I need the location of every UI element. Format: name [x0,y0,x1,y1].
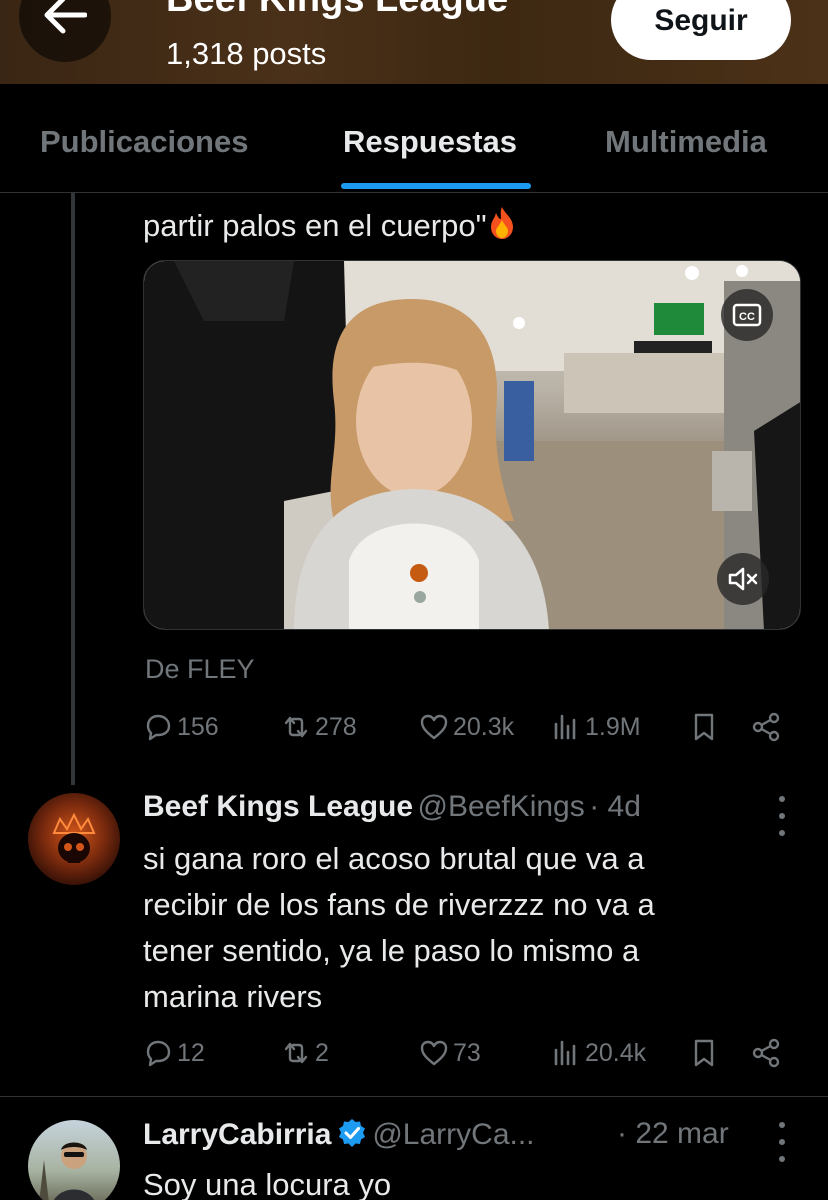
repost-count: 278 [315,712,357,741]
dot-icon [779,1156,785,1162]
verified-badge-icon [338,1119,365,1147]
closed-captions-icon: CC [732,303,762,327]
tab-publicaciones[interactable]: Publicaciones [40,124,248,160]
post-divider [0,1096,828,1097]
video-player[interactable]: CC [143,260,801,630]
reply-button[interactable]: 156 [143,712,219,742]
heart-icon [420,1040,448,1066]
avatar[interactable] [28,1120,120,1200]
post-time[interactable]: · 4d [589,790,641,823]
share-icon [752,712,780,742]
profile-header: Beef Kings League 1,318 posts Seguir [0,0,828,84]
views-icon [554,714,576,740]
posts-count: 1,318 posts [166,36,327,71]
author-handle[interactable]: @LarryCa... [372,1118,534,1151]
repost-icon [284,716,308,738]
muted-speaker-icon [728,567,758,591]
share-button[interactable] [751,1038,781,1068]
views-button[interactable]: 20.4k [551,1038,646,1068]
view-count: 1.9M [585,712,641,741]
repost-button[interactable]: 278 [281,712,357,742]
back-button[interactable] [19,0,111,62]
tab-respuestas[interactable]: Respuestas [343,124,517,160]
source-attribution[interactable]: De FLEY [145,654,255,685]
repost-button[interactable]: 2 [281,1038,329,1068]
repost-count: 2 [315,1038,329,1067]
profile-tabs: Publicaciones Respuestas Multimedia [0,84,828,193]
video-thumbnail [144,261,800,629]
reply-icon [146,1040,171,1067]
arrow-left-icon [44,0,87,34]
repost-icon [284,1042,308,1064]
dot-icon [779,1139,785,1145]
author-name[interactable]: LarryCabirria [143,1118,331,1151]
views-icon [554,1040,576,1066]
dot-icon [779,813,785,819]
more-options-button[interactable] [775,1122,789,1162]
bookmark-icon [694,713,714,741]
bookmark-button[interactable] [689,712,719,742]
reply-count: 12 [177,1038,205,1067]
profile-name: Beef Kings League [166,0,508,21]
reply-count: 156 [177,712,219,741]
like-count: 20.3k [453,712,515,741]
post-body: Soy una locura yo [143,1167,392,1200]
share-button[interactable] [751,712,781,742]
reply-button[interactable]: 12 [143,1038,205,1068]
share-icon [752,1038,780,1068]
post-actions: 156 278 20.3k 1.9M [143,712,793,752]
svg-text:CC: CC [739,311,755,323]
post-text: partir palos en el cuerpo" [143,203,517,248]
post-author-row: Beef Kings League @BeefKings · 4d [143,790,641,824]
bookmark-button[interactable] [689,1038,719,1068]
post-author-row: LarryCabirria @LarryCa... [143,1117,535,1152]
active-tab-indicator [341,183,531,189]
avatar[interactable] [28,793,120,885]
heart-icon [420,714,448,740]
post-actions: 12 2 73 20.4k [143,1038,793,1078]
more-options-button[interactable] [775,796,789,836]
mute-button[interactable] [717,553,769,605]
follow-button[interactable]: Seguir [611,0,791,60]
view-count: 20.4k [585,1038,647,1067]
like-count: 73 [453,1038,481,1067]
reply-icon [146,714,171,741]
post-time[interactable]: · 22 mar [617,1117,729,1151]
post-body: si gana roro el acoso brutal que va a re… [143,841,655,1014]
captions-button[interactable]: CC [721,289,773,341]
dot-icon [779,796,785,802]
tab-multimedia[interactable]: Multimedia [605,124,767,160]
thread-line [71,193,75,785]
fire-icon [490,207,513,239]
like-button[interactable]: 73 [419,1038,481,1068]
like-button[interactable]: 20.3k [419,712,514,742]
author-handle[interactable]: @BeefKings [418,790,585,823]
skull-crown-logo-icon [52,812,96,863]
dot-icon [779,1122,785,1128]
user-photo [39,1142,95,1200]
views-button[interactable]: 1.9M [551,712,641,742]
author-name[interactable]: Beef Kings League [143,790,413,823]
bookmark-icon [694,1039,714,1067]
